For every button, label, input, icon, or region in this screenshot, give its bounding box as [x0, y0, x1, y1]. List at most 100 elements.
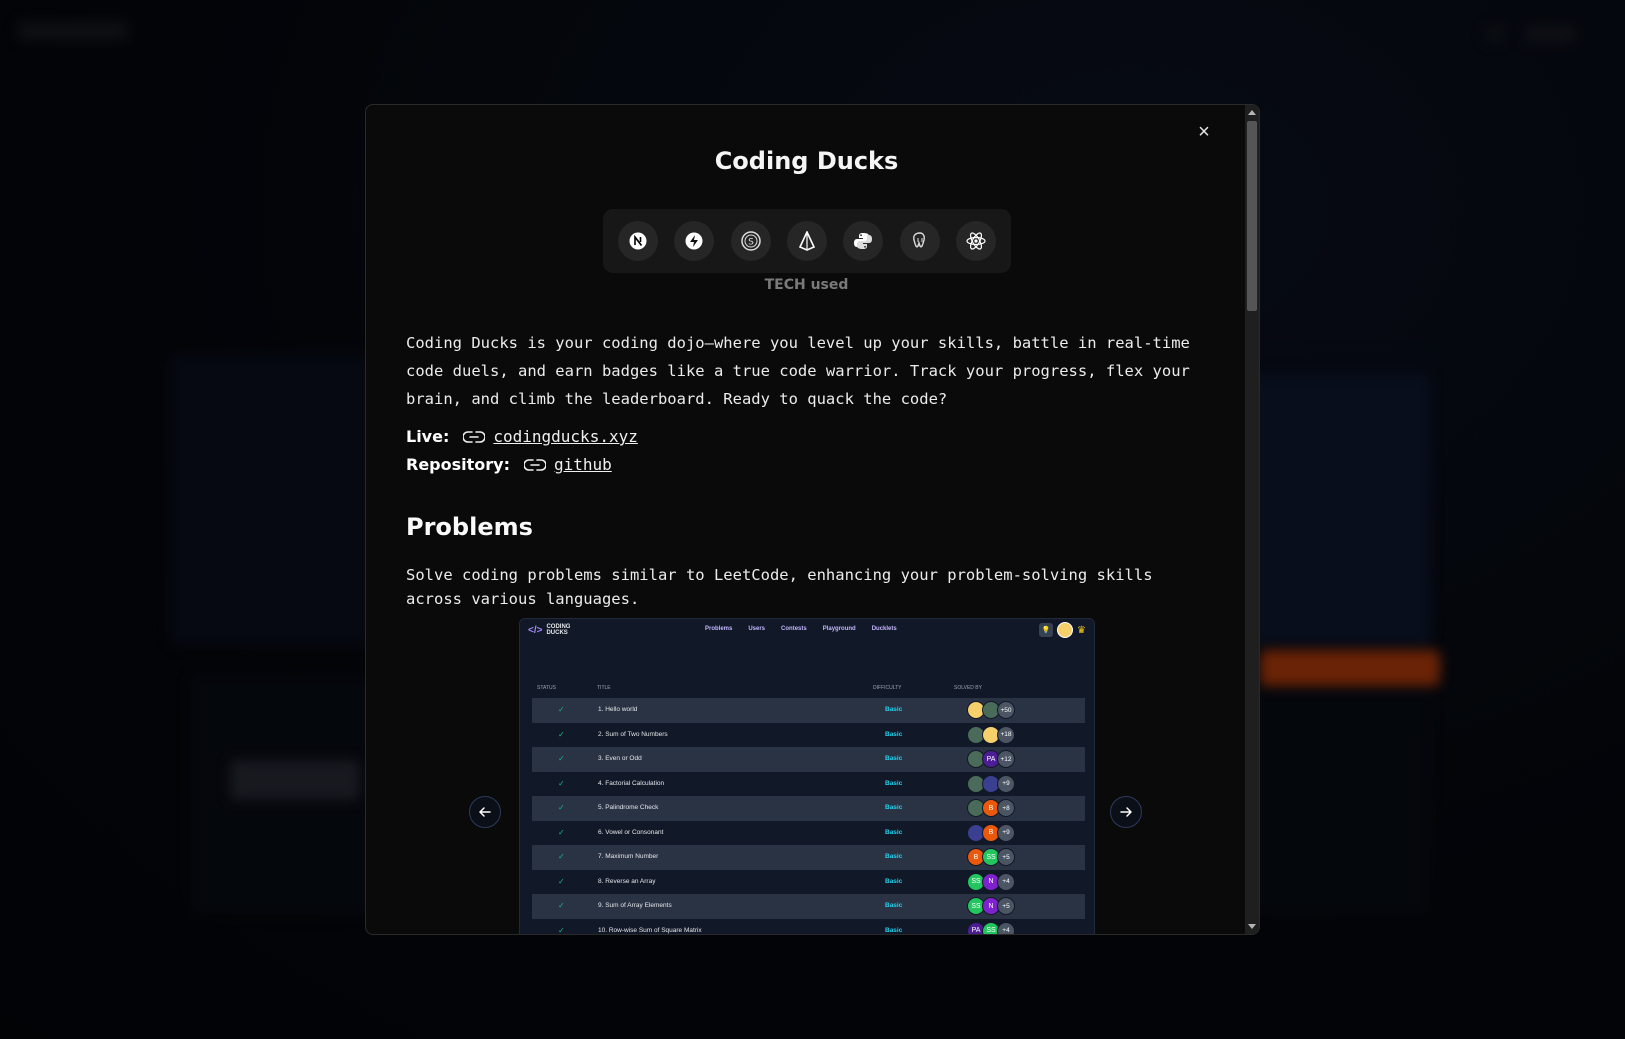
scroll-down-icon[interactable] [1248, 924, 1256, 929]
check-icon: ✓ [558, 901, 565, 910]
arrow-left-icon [479, 807, 491, 817]
section-title: Problems [406, 513, 533, 541]
screenshot-header-actions: 💡 ♛ [1039, 622, 1086, 638]
column-header: SOLVED BY [954, 685, 982, 691]
problem-title: 2. Sum of Two Numbers [598, 730, 668, 738]
solved-by: +9 [967, 774, 1015, 793]
problem-title: 8. Reverse an Array [598, 877, 656, 885]
table-row[interactable]: ✓ 3. Even or Odd Basic PA +12 [532, 747, 1085, 772]
link-icon [523, 458, 546, 471]
table-row[interactable]: ✓ 4. Factorial Calculation Basic +9 [532, 772, 1085, 797]
carousel-image: </> CODING DUCKS Problems Users Contests… [519, 618, 1095, 934]
python-icon[interactable] [843, 221, 884, 261]
solved-count-badge: +50 [997, 701, 1015, 719]
solved-by: +50 [967, 701, 1015, 719]
react-icon[interactable] [955, 221, 996, 261]
live-label: Live: [406, 427, 450, 446]
nextjs-icon[interactable] [618, 221, 658, 261]
screenshot-nav-item: Problems [705, 626, 733, 632]
check-icon: ✓ [558, 803, 565, 812]
problem-title: 1. Hello world [598, 706, 638, 713]
bulb-icon: 💡 [1039, 623, 1054, 637]
svg-text:S: S [748, 238, 754, 248]
socketio-icon[interactable]: S [730, 221, 771, 261]
difficulty-badge: Basic [885, 926, 903, 934]
table-row[interactable]: ✓ 8. Reverse an Array Basic SS N +4 [532, 870, 1085, 895]
column-header: DIFFICULTY [873, 685, 902, 691]
difficulty-badge: Basic [885, 853, 903, 860]
repository-link[interactable]: github [554, 455, 612, 474]
check-icon: ✓ [558, 852, 565, 861]
postgresql-icon[interactable] [899, 221, 940, 261]
solved-by: PA SS +4 [967, 921, 1015, 934]
difficulty-badge: Basic [885, 804, 903, 811]
project-description: Coding Ducks is your coding dojo—where y… [406, 334, 1190, 408]
modal-scrollbar[interactable] [1245, 105, 1259, 934]
problem-title: 5. Palindrome Check [598, 804, 659, 811]
solved-by: +18 [967, 725, 1015, 744]
prisma-icon[interactable] [786, 221, 827, 261]
column-header: TITLE [597, 685, 611, 691]
supabase-icon[interactable] [674, 221, 715, 261]
screenshot-nav-item: Playground [822, 626, 856, 632]
table-row[interactable]: ✓ 7. Maximum Number Basic B SS +5 [532, 845, 1085, 870]
solved-count-badge: +12 [997, 750, 1015, 768]
screenshot-nav-item: Ducklets [871, 626, 897, 632]
table-row[interactable]: ✓ 9. Sum of Array Elements Basic SS N +5 [532, 894, 1085, 919]
screenshot-nav-item: Contests [781, 626, 807, 632]
solved-count-badge: +9 [997, 774, 1015, 793]
close-button[interactable]: × [1191, 119, 1217, 145]
screenshot-table-header: STATUS TITLE DIFFICULTY SOLVED BY [537, 685, 1087, 695]
solved-count-badge: +9 [997, 823, 1015, 842]
check-icon: ✓ [558, 729, 565, 739]
check-icon: ✓ [558, 754, 565, 763]
screenshot-header: </> CODING DUCKS Problems Users Contests… [520, 619, 1094, 641]
table-row[interactable]: ✓ 10. Row-wise Sum of Square Matrix Basic P… [532, 919, 1085, 935]
table-row[interactable]: ✓ 2. Sum of Two Numbers Basic +18 [532, 723, 1085, 748]
live-link-row: Live: codingducks.xyz [406, 427, 638, 446]
problem-title: 6. Vowel or Consonant [598, 828, 664, 836]
live-link[interactable]: codingducks.xyz [493, 427, 638, 446]
problem-title: 4. Factorial Calculation [598, 779, 665, 787]
link-icon [463, 430, 486, 443]
project-modal: × Coding Ducks S TECH used Coding Ducks … [365, 104, 1260, 935]
problem-title: 10. Row-wise Sum of Square Matrix [598, 926, 702, 934]
problem-title: 3. Even or Odd [598, 755, 642, 762]
column-header: STATUS [537, 685, 556, 691]
screenshot-logo: </> CODING DUCKS [528, 624, 572, 636]
repository-label: Repository: [406, 455, 510, 474]
solved-count-badge: +5 [997, 897, 1015, 915]
difficulty-badge: Basic [885, 877, 903, 885]
difficulty-badge: Basic [885, 828, 903, 836]
solved-count-badge: +4 [997, 921, 1015, 934]
scrollbar-thumb[interactable] [1247, 121, 1257, 311]
solved-by: SS N +5 [967, 897, 1015, 915]
tech-stack: S [603, 209, 1011, 273]
solved-by: PA +12 [967, 750, 1015, 768]
solved-count-badge: +8 [997, 799, 1015, 817]
repository-link-row: Repository: github [406, 455, 612, 474]
difficulty-badge: Basic [885, 902, 903, 909]
table-row[interactable]: ✓ 1. Hello world Basic +50 [532, 698, 1085, 723]
solved-by: B +8 [967, 799, 1015, 817]
screenshot-table: ✓ 1. Hello world Basic +50 ✓ 2. Sum of Two Nu… [532, 698, 1085, 934]
check-icon: ✓ [558, 705, 565, 714]
arrow-right-icon [1120, 807, 1132, 817]
problem-title: 7. Maximum Number [598, 853, 659, 860]
scroll-up-icon[interactable] [1248, 110, 1256, 115]
difficulty-badge: Basic [885, 730, 903, 738]
modal-content: × Coding Ducks S TECH used Coding Ducks … [366, 105, 1247, 934]
screenshot-logo-text: CODING DUCKS [546, 624, 571, 636]
check-icon: ✓ [558, 827, 565, 837]
table-row[interactable]: ✓ 6. Vowel or Consonant Basic B +9 [532, 821, 1085, 846]
carousel-prev-button[interactable] [469, 796, 501, 828]
screenshot-nav-item: Users [748, 626, 766, 632]
problem-title: 9. Sum of Array Elements [598, 902, 672, 909]
table-row[interactable]: ✓ 5. Palindrome Check Basic B +8 [532, 796, 1085, 821]
solved-by: B +9 [967, 823, 1015, 842]
check-icon: ✓ [558, 925, 565, 935]
carousel-next-button[interactable] [1110, 796, 1142, 828]
solved-count-badge: +18 [997, 725, 1015, 744]
avatar [1057, 622, 1074, 638]
close-icon: × [1198, 120, 1210, 143]
